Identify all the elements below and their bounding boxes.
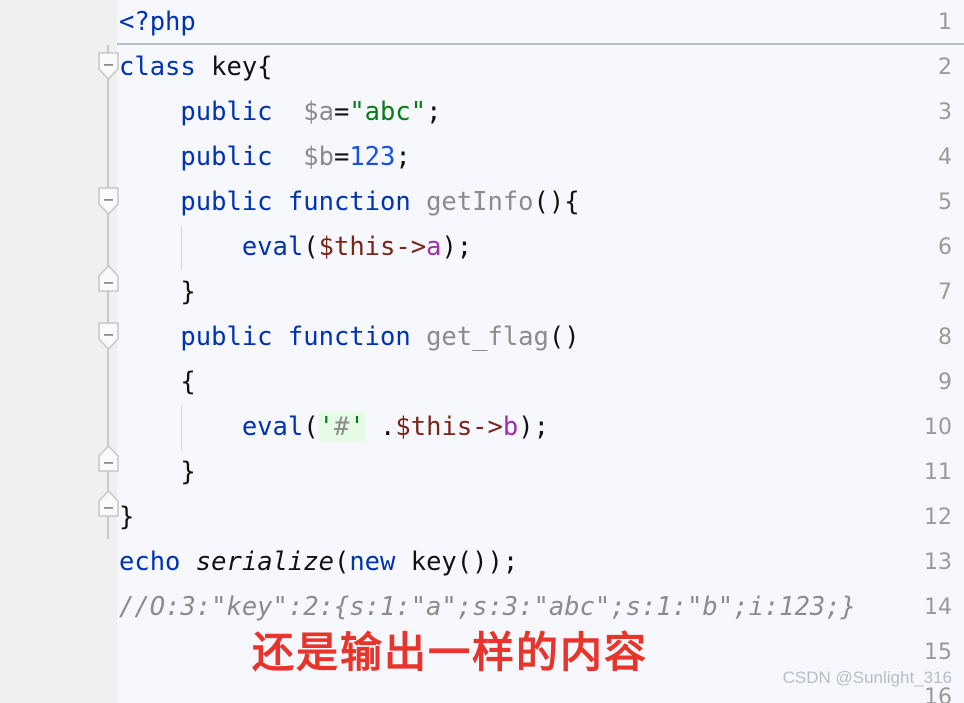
line-number-6: 6	[938, 235, 952, 260]
quote-close-l10: '	[349, 412, 365, 442]
code-line-10[interactable]: eval('#' .$this->b);	[117, 405, 964, 450]
php-open-tag: <?php	[119, 7, 196, 37]
line-number-12: 12	[924, 505, 952, 530]
code-line-4[interactable]: public $b=123;	[117, 135, 964, 180]
variable-a: $a	[272, 97, 334, 127]
semicolon-l4: ;	[395, 142, 411, 172]
red-annotation-text: 还是输出一样的内容	[252, 628, 649, 677]
fold-collapse-start-icon-line2[interactable]	[98, 52, 119, 80]
code-line-7[interactable]: }	[117, 270, 964, 315]
keyword-new: new	[349, 547, 396, 577]
line-number-7: 7	[938, 280, 952, 305]
class-name-key: key{	[195, 52, 273, 82]
line-number-13: 13	[924, 550, 952, 575]
keyword-public-l3: public	[180, 97, 273, 127]
code-line-11[interactable]: }	[117, 450, 964, 495]
code-content-area[interactable]: <?php class key{ public $a="abc"; public…	[117, 0, 964, 703]
hash-char-l10: #	[333, 412, 350, 442]
line-separator	[117, 43, 964, 45]
line-number-5: 5	[938, 190, 952, 215]
code-line-3[interactable]: public $a="abc";	[117, 90, 964, 135]
code-line-12[interactable]: }	[117, 495, 964, 540]
function-eval-l6: eval	[241, 232, 304, 262]
fold-collapse-end-icon-line11[interactable]	[98, 445, 119, 473]
paren-open-l13: (	[333, 547, 350, 577]
this-access-l10: $this->	[395, 412, 503, 442]
property-b: b	[502, 412, 519, 442]
code-line-13[interactable]: echo serialize(new key());	[117, 540, 964, 585]
property-a: a	[426, 232, 442, 262]
code-line-8[interactable]: public function get_flag()	[117, 315, 964, 360]
function-name-get-flag: get_flag	[410, 322, 549, 352]
keyword-public-function-l8: public function	[180, 322, 411, 352]
editor-gutter[interactable]	[0, 0, 100, 703]
concat-operator-l10: .	[364, 412, 396, 442]
code-line-6[interactable]: eval($this->a);	[117, 225, 964, 270]
keyword-public-l4: public	[180, 142, 273, 172]
space-l13	[180, 547, 195, 577]
string-abc: "abc"	[349, 97, 427, 127]
statement-tail-l10: );	[518, 412, 549, 442]
paren-open-l10: (	[303, 412, 319, 442]
closing-brace-l12: }	[119, 502, 135, 532]
line-number-4: 4	[938, 145, 952, 170]
function-serialize: serialize	[195, 547, 334, 577]
function-signature-tail-l8: ()	[548, 322, 580, 352]
keyword-echo: echo	[119, 547, 181, 577]
code-line-2[interactable]: class key{	[117, 45, 964, 90]
keyword-class: class	[119, 52, 196, 82]
line-number-10: 10	[924, 415, 952, 440]
closing-brace-l7: }	[180, 277, 196, 307]
this-access-l6: $this->	[318, 232, 427, 262]
indent-guide-line6	[181, 226, 182, 270]
line-number-11: 11	[924, 460, 952, 485]
code-editor[interactable]: <?php class key{ public $a="abc"; public…	[0, 0, 964, 703]
statement-tail-l6: );	[441, 232, 473, 262]
line-number-3: 3	[938, 100, 952, 125]
class-instantiation-key: key());	[395, 547, 519, 577]
indent-guide-line10	[181, 406, 182, 450]
code-line-1[interactable]: <?php	[117, 0, 964, 45]
fold-collapse-start-icon-line5[interactable]	[98, 187, 119, 215]
number-123: 123	[349, 142, 396, 172]
assign-operator-l4: =	[333, 142, 350, 172]
opening-brace-l9: {	[180, 367, 196, 397]
function-signature-tail-l5: (){	[533, 187, 580, 217]
line-number-14: 14	[924, 595, 952, 620]
csdn-watermark: CSDN @Sunlight_316	[782, 668, 952, 687]
function-eval-l10: eval	[241, 412, 304, 442]
fold-collapse-end-icon-line7[interactable]	[98, 265, 119, 293]
code-line-9[interactable]: {	[117, 360, 964, 405]
code-line-5[interactable]: public function getInfo(){	[117, 180, 964, 225]
comment-serialized-output: //O:3:"key":2:{s:1:"a";s:3:"abc";s:1:"b"…	[119, 592, 856, 622]
line-number-2: 2	[938, 55, 952, 80]
line-number-9: 9	[938, 370, 952, 395]
assign-operator-l3: =	[333, 97, 350, 127]
variable-b: $b	[272, 142, 334, 172]
keyword-public-function-l5: public function	[180, 187, 411, 217]
paren-open-l6: (	[303, 232, 319, 262]
line-number-8: 8	[938, 325, 952, 350]
fold-collapse-end-icon-line12[interactable]	[98, 490, 119, 518]
semicolon-l3: ;	[426, 97, 442, 127]
closing-brace-l11: }	[180, 457, 196, 487]
function-name-getinfo: getInfo	[410, 187, 534, 217]
line-number-1: 1	[938, 10, 952, 35]
quote-open-l10: '	[318, 412, 334, 442]
fold-collapse-start-icon-line8[interactable]	[98, 322, 119, 350]
